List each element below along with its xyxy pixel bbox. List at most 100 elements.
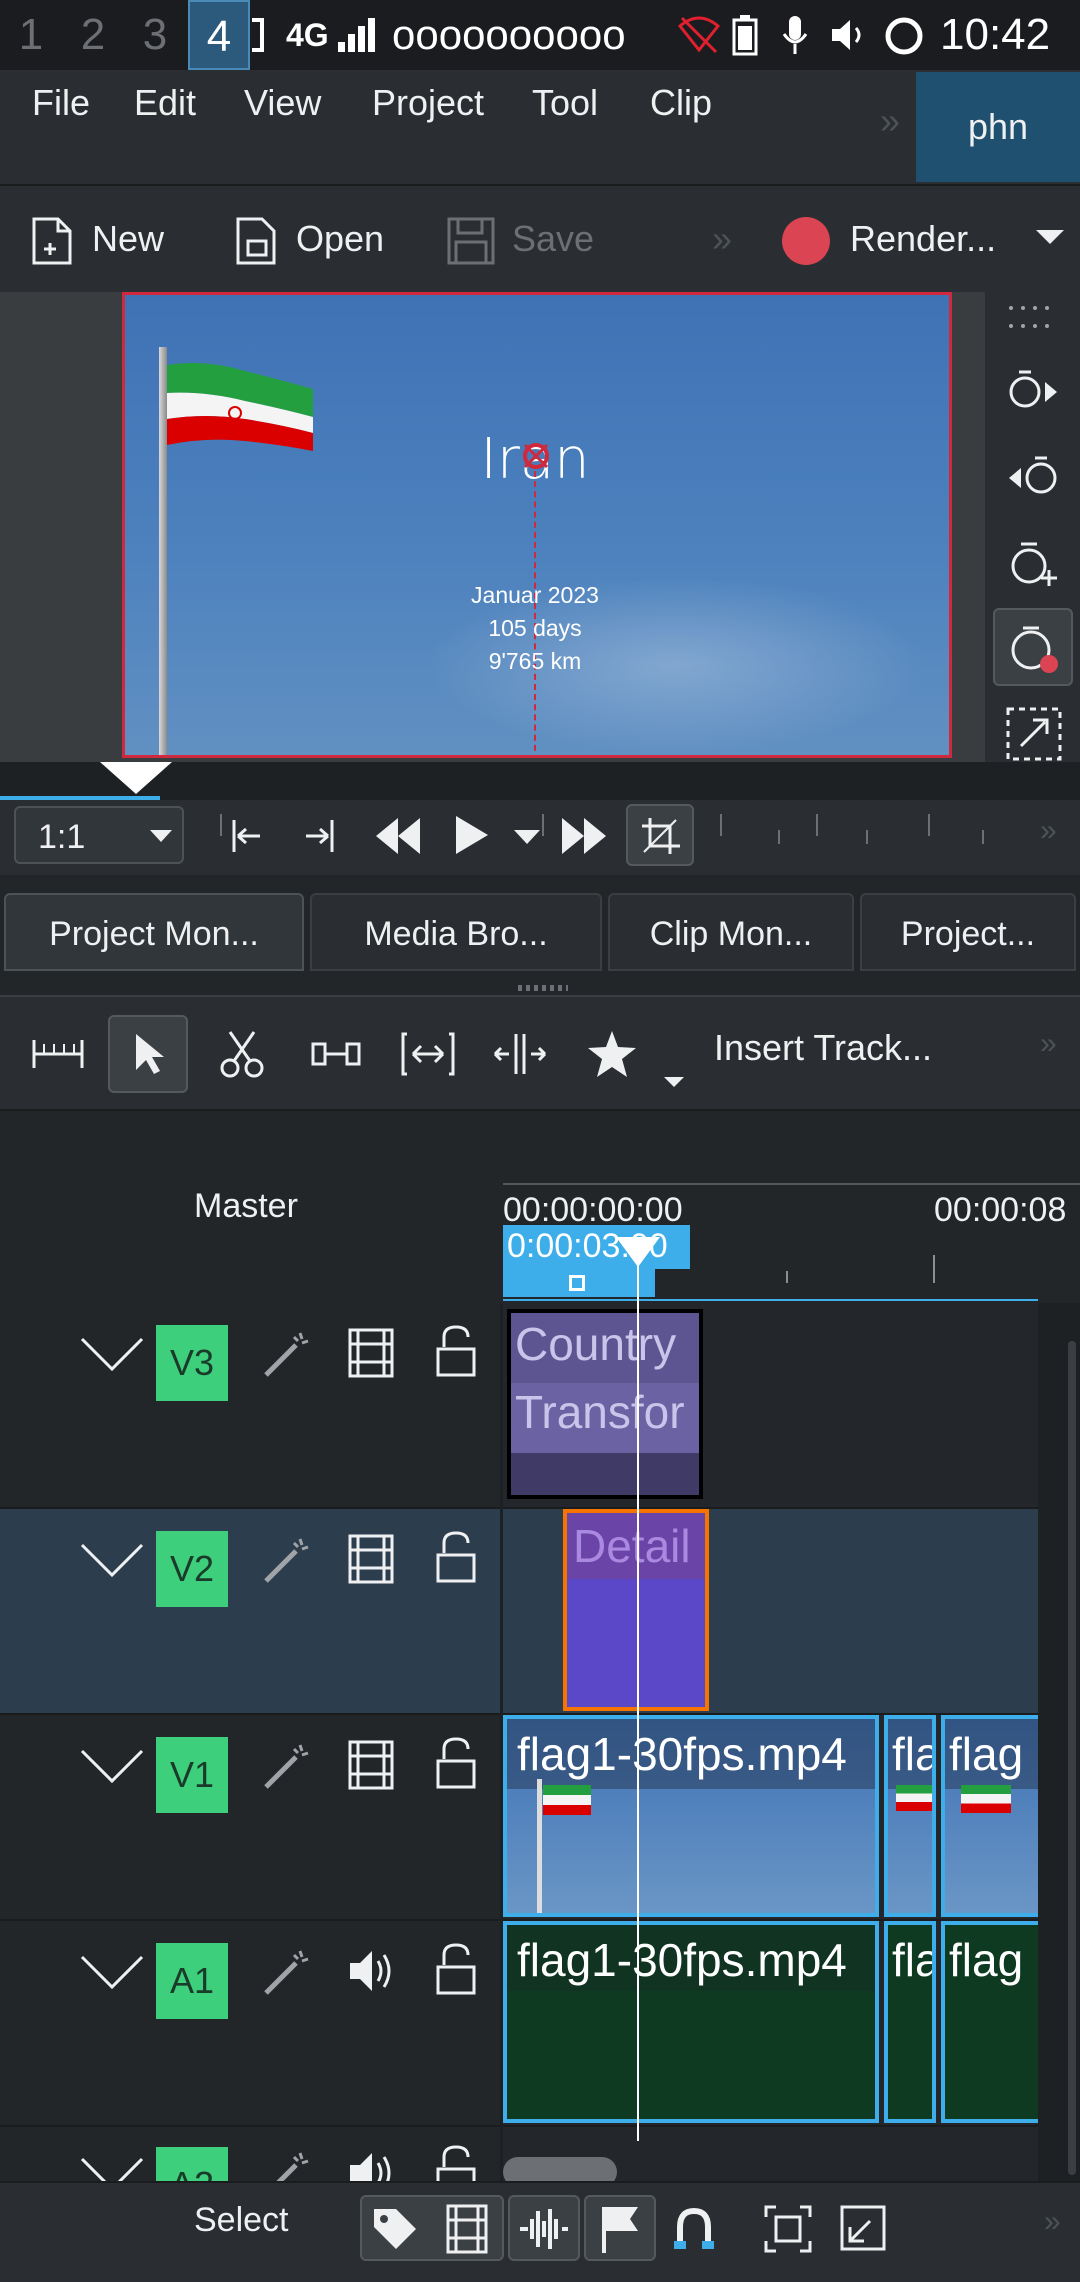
workspace-2[interactable]: 2 (62, 0, 124, 70)
workspace-4[interactable]: 4 (188, 0, 250, 70)
track-name-a2[interactable]: A2 (156, 2147, 228, 2181)
ripple-tool-button[interactable] (388, 1015, 468, 1093)
workspace-3[interactable]: 3 (124, 0, 186, 70)
set-zone-in-icon[interactable] (228, 816, 264, 856)
menu-view[interactable]: View (244, 82, 321, 124)
markers-flag-icon[interactable] (598, 2203, 642, 2255)
track-header-v1[interactable]: V1 (0, 1715, 500, 1921)
track-header-a1[interactable]: A1 (0, 1921, 500, 2127)
save-button[interactable]: Save (446, 208, 594, 270)
tab-media-browser[interactable]: Media Bro... (310, 893, 602, 971)
render-dropdown-icon[interactable] (1036, 230, 1064, 248)
tab-project[interactable]: Project... (860, 893, 1076, 971)
clip-country-transform[interactable]: Country Transfor (507, 1309, 703, 1499)
play-icon[interactable] (452, 812, 492, 858)
track-lane-a1[interactable]: flag1-30fps.mp4 fla flag (503, 1921, 1038, 2127)
favorites-dropdown-icon[interactable] (664, 1077, 684, 1089)
clip-flag1-audio-c[interactable]: flag (941, 1921, 1038, 2123)
menu-tool[interactable]: Tool (532, 82, 598, 124)
zone-marker[interactable] (569, 1275, 585, 1291)
forward-icon[interactable] (560, 814, 608, 858)
monitor-playhead-icon[interactable] (100, 762, 180, 798)
monitor-overflow[interactable]: » (1040, 814, 1057, 848)
collapse-chevron-icon[interactable] (80, 1745, 144, 1785)
clip-flag1-video-b[interactable]: fla (884, 1715, 936, 1917)
track-lane-v1[interactable]: flag1-30fps.mp4 fla flag (503, 1715, 1038, 1921)
clip-flag1-audio-b[interactable]: fla (884, 1921, 936, 2123)
track-header-v2[interactable]: V2 (0, 1509, 500, 1715)
toolbar-overflow[interactable]: » (712, 208, 732, 270)
track-name-v1[interactable]: V1 (156, 1737, 228, 1813)
clip-flag1-video-c[interactable]: flag (941, 1715, 1038, 1917)
position-marker-icon[interactable] (521, 441, 551, 471)
tab-project-monitor[interactable]: Project Mon... (4, 893, 304, 971)
zoom-select[interactable]: 1:1 (14, 806, 184, 864)
clip-detail[interactable]: Detail (563, 1509, 709, 1711)
lock-open-icon[interactable] (434, 1323, 478, 1379)
film-strip-icon[interactable] (346, 1533, 396, 1585)
next-keyframe-icon[interactable] (1005, 366, 1061, 414)
rewind-icon[interactable] (374, 814, 422, 858)
timeline-playhead-line[interactable] (637, 1237, 639, 2141)
film-strip-icon[interactable] (346, 1327, 396, 1379)
effects-wand-icon[interactable] (262, 1947, 312, 1997)
menu-project[interactable]: Project (372, 82, 484, 124)
previous-keyframe-icon[interactable] (1005, 452, 1061, 500)
collapse-chevron-icon[interactable] (80, 2153, 144, 2181)
spacer-tool-button[interactable] (296, 1015, 376, 1093)
render-button[interactable]: Render... (782, 208, 996, 270)
collapse-chevron-icon[interactable] (80, 1333, 144, 1373)
lock-open-icon[interactable] (434, 1735, 478, 1791)
collapse-chevron-icon[interactable] (80, 1539, 144, 1579)
fit-zoom-icon[interactable] (1005, 706, 1063, 762)
tab-clip-monitor[interactable]: Clip Mon... (608, 893, 854, 971)
workspace-1[interactable]: 1 (0, 0, 62, 70)
track-header-a2[interactable]: A2 (0, 2127, 500, 2181)
razor-tool-button[interactable] (202, 1015, 282, 1093)
track-lane-v3[interactable]: Country Transfor (503, 1303, 1038, 1509)
add-keyframe-icon[interactable] (1005, 536, 1061, 588)
effects-wand-icon[interactable] (262, 1329, 312, 1379)
vertical-scrollbar[interactable] (1068, 1341, 1076, 2175)
audio-waveform-icon[interactable] (518, 2205, 570, 2253)
effects-wand-icon[interactable] (262, 1535, 312, 1585)
track-name-v3[interactable]: V3 (156, 1325, 228, 1401)
open-button[interactable]: Open (234, 208, 384, 270)
zoom-fit-button[interactable] (18, 1015, 98, 1093)
keyframe-record-button[interactable] (993, 608, 1073, 686)
menu-overflow[interactable]: » (880, 100, 900, 142)
track-lane-v2[interactable]: Detail (503, 1509, 1038, 1715)
selection-tool-button[interactable] (108, 1015, 188, 1093)
effects-wand-icon[interactable] (262, 2149, 312, 2181)
preview-frame[interactable]: Iran Januar 2023 105 days 9'765 km (122, 292, 952, 758)
timeline-ruler[interactable]: 0:00:03:00 (503, 1225, 1080, 1297)
speaker-icon[interactable] (346, 1947, 396, 1995)
track-name-v2[interactable]: V2 (156, 1531, 228, 1607)
bottom-bar-overflow[interactable]: » (1044, 2205, 1061, 2239)
menu-edit[interactable]: Edit (134, 82, 196, 124)
film-strip-icon[interactable] (346, 1739, 396, 1791)
dock-splitter-handle[interactable] (518, 985, 568, 991)
effects-wand-icon[interactable] (262, 1741, 312, 1791)
lock-open-icon[interactable] (434, 1529, 478, 1585)
phn-tab[interactable]: phn (916, 72, 1080, 182)
favorite-effects-button[interactable] (572, 1015, 652, 1093)
lock-open-icon[interactable] (434, 2143, 478, 2181)
video-thumbnails-icon[interactable] (444, 2203, 490, 2255)
grip-icon[interactable] (1007, 302, 1059, 332)
speaker-icon[interactable] (346, 2149, 396, 2181)
tag-icon[interactable] (370, 2205, 420, 2253)
snap-magnet-icon[interactable] (672, 2205, 716, 2253)
zoom-fit-icon[interactable] (762, 2203, 814, 2255)
play-options-icon[interactable] (514, 830, 540, 846)
collapse-chevron-icon[interactable] (80, 1951, 144, 1991)
menu-clip[interactable]: Clip (650, 82, 712, 124)
clip-flag1-video-a[interactable]: flag1-30fps.mp4 (503, 1715, 879, 1917)
new-button[interactable]: New (30, 208, 164, 270)
monitor-ruler[interactable] (0, 762, 1080, 800)
track-name-a1[interactable]: A1 (156, 1943, 228, 2019)
crop-button[interactable] (626, 804, 694, 866)
set-zone-out-icon[interactable] (302, 816, 338, 856)
lock-open-icon[interactable] (434, 1941, 478, 1997)
clip-flag1-audio-a[interactable]: flag1-30fps.mp4 (503, 1921, 879, 2123)
